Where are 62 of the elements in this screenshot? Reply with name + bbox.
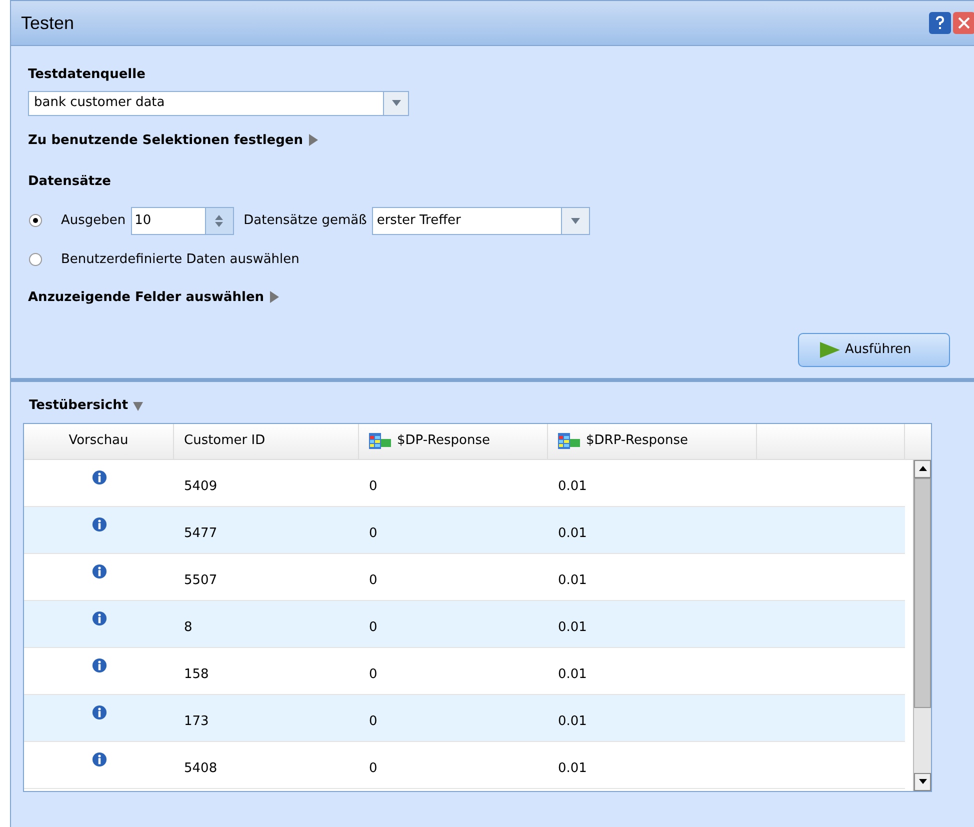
table-cell-text: 0.01 <box>557 760 588 778</box>
table-cell-text: 0 <box>368 618 378 636</box>
scroll-up-icon[interactable] <box>918 466 926 471</box>
table-cell-text: 8 <box>183 618 194 636</box>
info-icon[interactable] <box>92 704 106 720</box>
table-cell-text: 173 <box>183 712 210 730</box>
table-cell-text: 5408 <box>183 760 218 778</box>
run-button[interactable]: Ausführen <box>798 333 950 367</box>
help-icon <box>935 16 945 30</box>
section-label: Datensätze <box>28 173 112 191</box>
table-cell-text: 0.01 <box>557 572 588 590</box>
window-title: Testen <box>21 12 74 34</box>
radio-label: Ausgeben <box>61 212 126 230</box>
close-icon <box>958 17 970 29</box>
info-icon[interactable] <box>92 752 106 766</box>
radio-button[interactable] <box>29 214 42 227</box>
section-label: Testübersicht <box>29 397 128 415</box>
spinner-arrows-icon <box>214 214 224 228</box>
scroll-down-icon[interactable] <box>918 779 926 784</box>
table-cell-text: 0.01 <box>557 666 588 684</box>
table-cell-text: 0.01 <box>557 618 588 636</box>
info-icon[interactable] <box>92 516 106 532</box>
play-icon <box>819 341 841 359</box>
expand-icon[interactable] <box>306 133 319 148</box>
help-button[interactable] <box>929 12 951 34</box>
radio-label: Datensätze gemäß <box>244 212 367 230</box>
table-field-icon <box>369 433 391 449</box>
table-cell-text: 0.01 <box>557 524 588 542</box>
mode-dropdown[interactable]: erster Treffer <box>372 206 590 234</box>
caret-icon <box>392 100 400 106</box>
table-cell-text: 0 <box>368 478 378 496</box>
radio-button[interactable] <box>29 253 42 266</box>
selections-link[interactable]: Zu benutzende Selektionen festlegen <box>28 130 303 150</box>
column-header[interactable]: Vorschau <box>24 424 174 458</box>
table-cell-text: 5409 <box>183 478 218 496</box>
info-icon[interactable] <box>92 470 106 484</box>
info-icon[interactable] <box>92 658 106 672</box>
column-header[interactable]: $DRP-Response <box>548 424 757 458</box>
info-icon[interactable] <box>92 610 106 626</box>
table-cell-text: 0.01 <box>557 712 588 730</box>
table-cell-text: 5507 <box>183 572 218 590</box>
radio-label: Benutzerdefinierte Daten auswählen <box>61 250 300 269</box>
table-cell-text: 0 <box>368 572 378 590</box>
close-button[interactable] <box>953 12 974 34</box>
table-field-icon <box>558 433 580 449</box>
info-icon[interactable] <box>92 564 106 578</box>
table-cell-text: 0.01 <box>557 478 588 496</box>
table-cell-text: 0 <box>368 760 378 778</box>
table-cell-text: 5477 <box>183 524 218 542</box>
scrollbar[interactable] <box>913 460 931 790</box>
column-header[interactable]: $DP-Response <box>359 424 548 458</box>
table-cell-text: 0 <box>368 712 378 730</box>
fields-link[interactable]: Anzuzeigende Felder auswählen <box>28 288 264 307</box>
count-spinner[interactable]: 10 <box>130 206 234 234</box>
source-dropdown[interactable]: bank customer data <box>28 90 409 116</box>
column-header[interactable]: Customer ID <box>174 424 359 458</box>
caret-icon <box>570 218 580 224</box>
table-cell-text: 158 <box>183 666 210 684</box>
expand-icon[interactable] <box>268 290 280 304</box>
table-cell-text: 0 <box>368 524 378 542</box>
section-label: Testdatenquelle <box>28 66 146 84</box>
table-cell-text: 0 <box>368 666 378 684</box>
